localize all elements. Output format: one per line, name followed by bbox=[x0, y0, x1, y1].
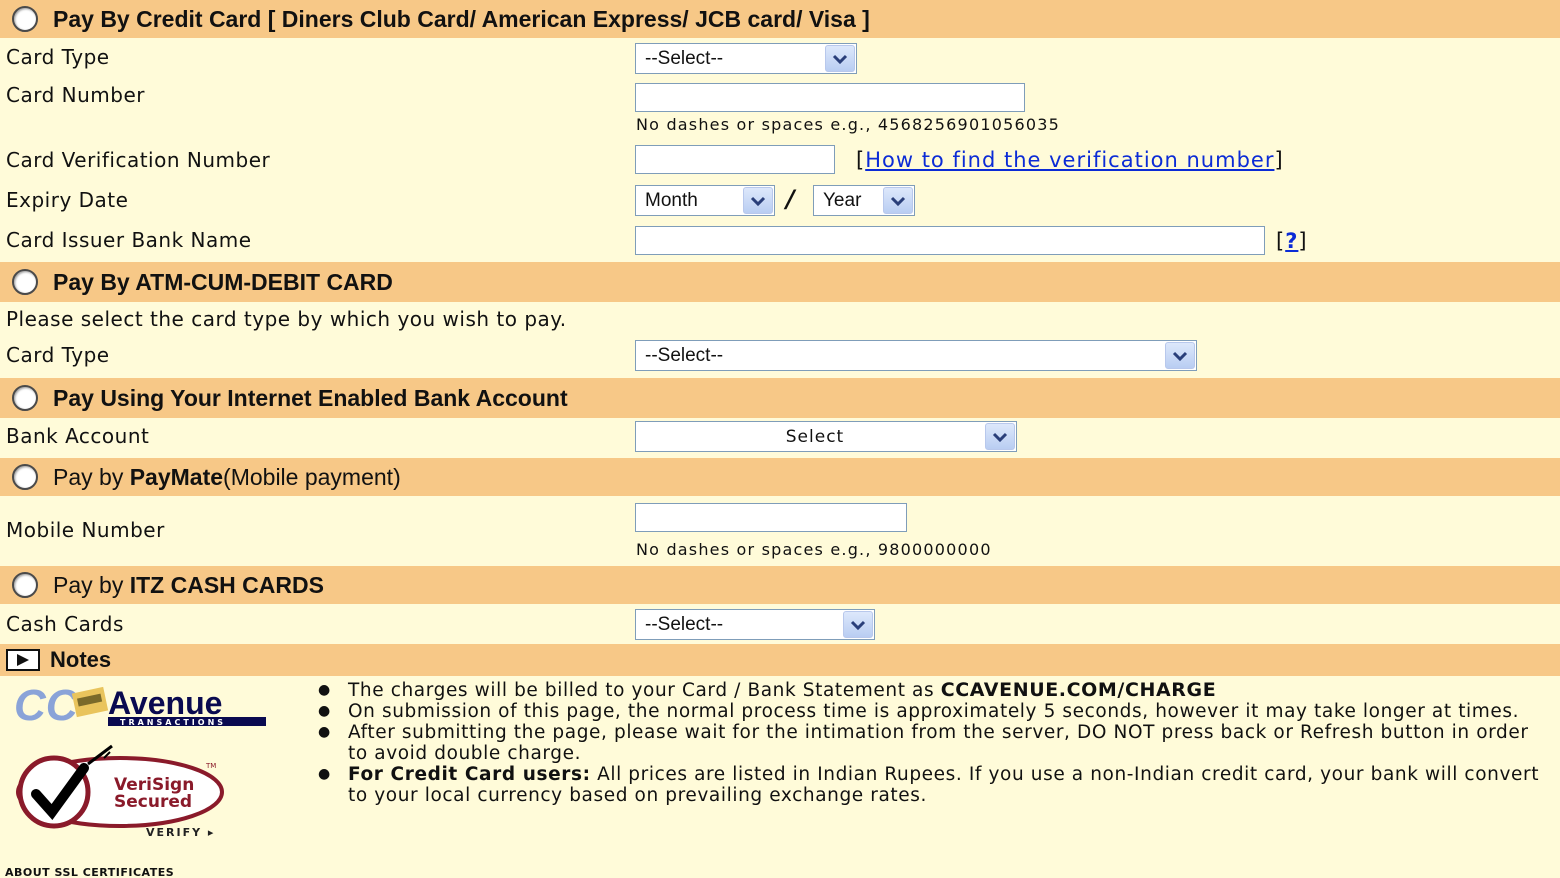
select-value: --Select-- bbox=[645, 613, 724, 635]
chevron-down-icon[interactable] bbox=[825, 45, 855, 72]
cash-cards-label: Cash Cards bbox=[6, 612, 124, 636]
itz-header: Pay by ITZ CASH CARDS bbox=[0, 566, 1560, 604]
cvv-input[interactable] bbox=[635, 145, 835, 174]
atm-card-type-label: Card Type bbox=[6, 343, 110, 367]
netbank-title: Pay Using Your Internet Enabled Bank Acc… bbox=[53, 384, 568, 411]
note-item: The charges will be billed to your Card … bbox=[316, 680, 1551, 702]
svg-text:CC: CC bbox=[14, 682, 79, 728]
issuer-label: Card Issuer Bank Name bbox=[6, 228, 252, 252]
atm-header: Pay By ATM-CUM-DEBIT CARD bbox=[0, 262, 1560, 302]
issuer-help-link[interactable]: ? bbox=[1285, 229, 1298, 253]
note-item: For Credit Card users: All prices are li… bbox=[316, 764, 1551, 806]
chevron-down-icon[interactable] bbox=[843, 611, 873, 638]
chevron-down-icon[interactable] bbox=[985, 423, 1015, 450]
ccavenue-logo[interactable]: CC Avenue TRANSACTIONS bbox=[8, 681, 270, 730]
issuer-bank-input[interactable] bbox=[635, 226, 1265, 255]
expiry-label: Expiry Date bbox=[6, 188, 129, 212]
notes-title: Notes bbox=[50, 647, 112, 672]
mobile-label: Mobile Number bbox=[6, 518, 165, 542]
select-value: Month bbox=[645, 189, 698, 211]
atm-radio[interactable] bbox=[12, 269, 38, 295]
ccavenue-subtitle: TRANSACTIONS bbox=[120, 718, 226, 727]
paymate-radio[interactable] bbox=[12, 464, 38, 490]
expand-arrow-icon[interactable] bbox=[6, 649, 40, 671]
atm-card-type-select[interactable]: --Select-- bbox=[635, 340, 1197, 371]
select-value: --Select-- bbox=[645, 344, 724, 366]
note-item: After submitting the page, please wait f… bbox=[316, 722, 1551, 764]
issuer-row: Card Issuer Bank Name [?] bbox=[0, 220, 1560, 262]
verisign-seal[interactable]: VeriSign Secured TM VERIFY ▸ bbox=[8, 742, 230, 842]
cvv-help-link[interactable]: How to find the verification number bbox=[865, 148, 1274, 172]
itz-radio[interactable] bbox=[12, 572, 38, 598]
ccavenue-wordmark: Avenue bbox=[108, 685, 222, 721]
itz-title: Pay by ITZ CASH CARDS bbox=[53, 571, 324, 598]
note-item: On submission of this page, the normal p… bbox=[316, 701, 1551, 722]
chevron-down-icon[interactable] bbox=[883, 187, 913, 214]
card-number-input[interactable] bbox=[635, 83, 1025, 112]
expiry-row: Expiry Date Month / Year bbox=[0, 180, 1560, 220]
paymate-title: Pay by PayMate(Mobile payment) bbox=[53, 463, 401, 490]
card-number-label: Card Number bbox=[6, 83, 145, 107]
expiry-year-select[interactable]: Year bbox=[813, 185, 915, 216]
notes-header[interactable]: Notes bbox=[0, 644, 1560, 676]
credit-card-title: Pay By Credit Card [ Diners Club Card/ A… bbox=[53, 5, 870, 32]
atm-card-type-row: Card Type --Select-- bbox=[0, 338, 1560, 378]
cash-cards-select[interactable]: --Select-- bbox=[635, 609, 875, 640]
atm-instruction: Please select the card type by which you… bbox=[6, 307, 567, 331]
cash-cards-row: Cash Cards --Select-- bbox=[0, 604, 1560, 644]
select-value: --Select-- bbox=[645, 47, 724, 69]
mobile-input[interactable] bbox=[635, 503, 907, 532]
expiry-month-select[interactable]: Month bbox=[635, 185, 775, 216]
chevron-down-icon[interactable] bbox=[743, 187, 773, 214]
verisign-line2: Secured bbox=[114, 792, 192, 812]
card-type-label: Card Type bbox=[6, 45, 110, 69]
atm-instruction-row: Please select the card type by which you… bbox=[0, 302, 1560, 338]
verisign-tm: TM bbox=[205, 762, 216, 770]
mobile-row: Mobile Number No dashes or spaces e.g., … bbox=[0, 496, 1560, 566]
netbank-header: Pay Using Your Internet Enabled Bank Acc… bbox=[0, 378, 1560, 418]
card-number-hint: No dashes or spaces e.g., 45682569010560… bbox=[636, 115, 1060, 134]
about-ssl-link[interactable]: ABOUT SSL CERTIFICATES bbox=[5, 866, 174, 878]
bank-account-select[interactable]: Select bbox=[635, 421, 1017, 452]
select-value: Year bbox=[823, 189, 862, 211]
netbank-radio[interactable] bbox=[12, 385, 38, 411]
bank-account-row: Bank Account Select bbox=[0, 418, 1560, 458]
card-type-row: Card Type --Select-- bbox=[0, 38, 1560, 78]
issuer-help: [?] bbox=[1276, 229, 1308, 253]
cvv-row: Card Verification Number [How to find th… bbox=[0, 140, 1560, 180]
mobile-hint: No dashes or spaces e.g., 9800000000 bbox=[636, 540, 992, 559]
atm-title: Pay By ATM-CUM-DEBIT CARD bbox=[53, 268, 393, 295]
select-value: Select bbox=[785, 426, 845, 447]
bank-account-label: Bank Account bbox=[6, 424, 150, 448]
credit-card-type-select[interactable]: --Select-- bbox=[635, 43, 857, 74]
expiry-separator: / bbox=[786, 185, 795, 213]
cvv-help: [How to find the verification number] bbox=[856, 148, 1284, 172]
cvv-label: Card Verification Number bbox=[6, 148, 271, 172]
notes-list: The charges will be billed to your Card … bbox=[316, 680, 1551, 807]
paymate-header: Pay by PayMate(Mobile payment) bbox=[0, 458, 1560, 496]
credit-card-radio[interactable] bbox=[12, 6, 38, 32]
card-number-row: Card Number No dashes or spaces e.g., 45… bbox=[0, 78, 1560, 140]
verisign-verify: VERIFY ▸ bbox=[146, 826, 215, 839]
credit-card-header: Pay By Credit Card [ Diners Club Card/ A… bbox=[0, 0, 1560, 38]
chevron-down-icon[interactable] bbox=[1165, 342, 1195, 369]
